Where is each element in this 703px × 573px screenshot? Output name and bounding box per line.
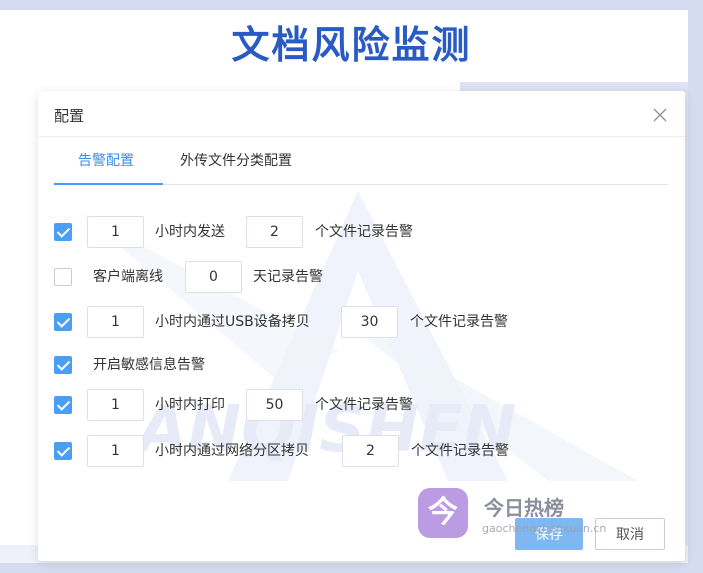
rule-row-send: 1 小时内发送 2 个文件记录告警: [54, 216, 654, 248]
right-frame-band: [688, 0, 703, 573]
rule-row-usb: 1 小时内通过USB设备拷贝 30 个文件记录告警: [54, 306, 654, 338]
rule-send-checkbox[interactable]: [54, 223, 72, 241]
tab-outbound-file-classification[interactable]: 外传文件分类配置: [180, 138, 292, 185]
rule-usb-checkbox[interactable]: [54, 313, 72, 331]
rule-row-network: 1 小时内通过网络分区拷贝 2 个文件记录告警: [54, 435, 654, 467]
rule-sensitive-checkbox[interactable]: [54, 356, 72, 374]
close-icon[interactable]: [652, 107, 668, 123]
banner-title: 文档风险监测: [231, 23, 472, 67]
rule-usb-suffix: 个文件记录告警: [410, 314, 508, 330]
active-tab-indicator: [54, 183, 163, 185]
rule-offline-suffix: 天记录告警: [253, 269, 323, 285]
dialog-header: 配置: [38, 91, 685, 137]
overlay-logo-name: 今日热榜: [484, 496, 564, 520]
rule-row-print: 1 小时内打印 50 个文件记录告警: [54, 389, 654, 421]
rule-network-checkbox[interactable]: [54, 442, 72, 460]
rule-send-suffix: 个文件记录告警: [315, 224, 413, 240]
bottom-frame-band: [0, 563, 703, 573]
rule-sensitive-text: 开启敏感信息告警: [93, 357, 205, 373]
rule-usb-hours-input[interactable]: 1: [87, 306, 144, 338]
rule-print-checkbox[interactable]: [54, 396, 72, 414]
rule-network-suffix: 个文件记录告警: [411, 443, 509, 459]
rule-usb-text: 小时内通过USB设备拷贝: [155, 314, 310, 330]
overlay-logo-url: gaochengzhenxuan.cn: [482, 522, 607, 535]
top-frame-band: [0, 0, 703, 10]
rule-offline-text: 客户端离线: [93, 269, 163, 285]
rule-row-offline: 客户端离线 0 天记录告警: [54, 261, 654, 293]
overlay-logo-badge-text: 今: [428, 495, 458, 530]
rule-print-suffix: 个文件记录告警: [315, 397, 413, 413]
rule-network-count-input[interactable]: 2: [342, 435, 399, 467]
dialog-title: 配置: [54, 107, 85, 125]
rule-network-hours-input[interactable]: 1: [87, 435, 144, 467]
rule-send-count-input[interactable]: 2: [246, 216, 303, 248]
tab-alert-config[interactable]: 告警配置: [78, 138, 134, 185]
rule-usb-count-input[interactable]: 30: [341, 306, 398, 338]
overlay-logo: 今 今日热榜 gaochengzhenxuan.cn: [418, 488, 648, 544]
rule-send-hours-input[interactable]: 1: [87, 216, 144, 248]
rule-offline-days-input[interactable]: 0: [185, 261, 242, 293]
tab-bar: 告警配置 外传文件分类配置: [54, 138, 668, 185]
rule-row-sensitive: 开启敏感信息告警: [54, 349, 654, 381]
rule-network-text: 小时内通过网络分区拷贝: [155, 443, 309, 459]
rule-print-text: 小时内打印: [155, 397, 225, 413]
rule-send-text: 小时内发送: [155, 224, 225, 240]
rule-offline-checkbox[interactable]: [54, 268, 72, 286]
rule-print-count-input[interactable]: 50: [246, 389, 303, 421]
rule-print-hours-input[interactable]: 1: [87, 389, 144, 421]
